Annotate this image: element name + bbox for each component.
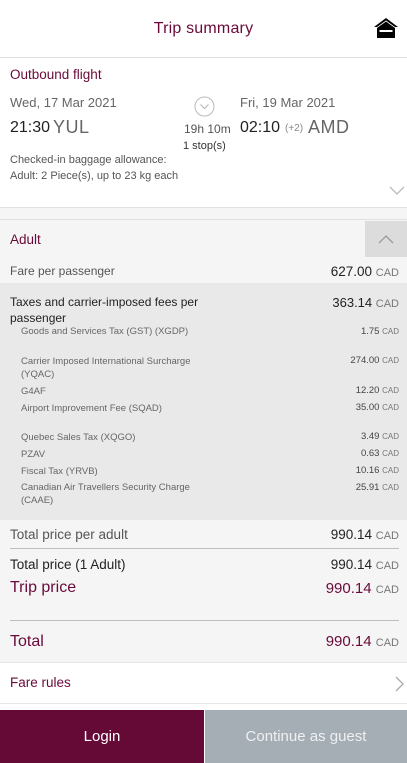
- app-header: Trip summary: [0, 0, 407, 58]
- page-title: Trip summary: [153, 19, 254, 37]
- tax-item-name: Goods and Services Tax (GST) (XGDP): [21, 326, 189, 337]
- departure-time: 21:30: [10, 119, 51, 136]
- flight-duration: 19h 10m: [184, 122, 231, 136]
- login-button[interactable]: Login: [0, 710, 204, 763]
- fare-per-passenger-label: Fare per passenger: [10, 264, 115, 278]
- arrival-time: 02:10: [240, 119, 281, 136]
- baggage-allowance-label: Checked-in baggage allowance:: [10, 154, 167, 166]
- trip-price-label: Trip price: [10, 579, 77, 596]
- adult-section-title: Adult: [10, 232, 41, 247]
- continue-as-guest-button[interactable]: Continue as guest: [205, 710, 407, 763]
- total-price-value: 990.14 CAD: [330, 557, 399, 572]
- tax-item-amount: 0.63 CAD: [360, 448, 399, 459]
- tax-item-name: Fiscal Tax (YRVB): [21, 466, 98, 477]
- arrival-airport: AMD: [308, 117, 350, 137]
- fare-rules-link[interactable]: Fare rules: [0, 662, 407, 704]
- tax-item-amount: 10.16 CAD: [355, 465, 399, 476]
- fare-rules-label: Fare rules: [10, 675, 71, 690]
- total-value: 990.14 CAD: [325, 633, 399, 650]
- home-icon[interactable]: [373, 17, 399, 39]
- tax-item-amount: 12.20 CAD: [355, 385, 399, 396]
- tax-item-name: Quebec Sales Tax (XQGO): [21, 432, 136, 443]
- tax-item-amount: 274.00 CAD: [350, 355, 399, 366]
- expand-circle-icon[interactable]: [194, 96, 215, 117]
- fare-per-passenger-value: 627.00 CAD: [330, 264, 399, 279]
- chevron-up-icon: [378, 235, 394, 244]
- day-offset: (+2): [285, 123, 304, 134]
- tax-item-name: Canadian Air Travellers Security Charge …: [21, 482, 190, 506]
- tax-item-name: PZAV: [21, 449, 46, 460]
- trip-price-value: 990.14 CAD: [325, 580, 399, 597]
- tax-item-amount: 1.75 CAD: [360, 326, 399, 337]
- baggage-allowance-detail: Adult: 2 Piece(s), up to 23 kg each: [10, 170, 179, 182]
- chevron-right-icon: [395, 676, 404, 692]
- tax-item-amount: 3.49 CAD: [360, 431, 399, 442]
- divider: [10, 620, 399, 621]
- taxes-label: Taxes and carrier-imposed fees per passe…: [10, 295, 199, 325]
- divider: [0, 219, 407, 220]
- tax-item-name: G4AF: [21, 386, 46, 397]
- departure-date: Wed, 17 Mar 2021: [10, 95, 117, 110]
- outbound-title: Outbound flight: [10, 67, 102, 82]
- total-per-adult-label: Total price per adult: [10, 527, 128, 542]
- stops-count: 1 stop(s): [183, 140, 226, 152]
- arrival-date: Fri, 19 Mar 2021: [240, 95, 336, 110]
- tax-item-amount: 25.91 CAD: [355, 482, 399, 493]
- tax-item-name: Carrier Imposed International Surcharge …: [21, 356, 191, 380]
- collapse-adult-button[interactable]: [365, 221, 407, 257]
- taxes-value: 363.14 CAD: [332, 295, 399, 310]
- total-label: Total: [10, 633, 44, 650]
- tax-item-name: Airport Improvement Fee (SQAD): [21, 403, 162, 414]
- divider: [10, 548, 399, 549]
- total-price-label: Total price (1 Adult): [10, 557, 126, 572]
- outbound-flight-card[interactable]: Outbound flight Wed, 17 Mar 2021 Fri, 19…: [0, 58, 407, 208]
- tax-item-amount: 35.00 CAD: [355, 402, 399, 413]
- departure-airport: YUL: [53, 117, 90, 137]
- chevron-down-icon[interactable]: [389, 186, 405, 196]
- total-per-adult-value: 990.14 CAD: [330, 527, 399, 542]
